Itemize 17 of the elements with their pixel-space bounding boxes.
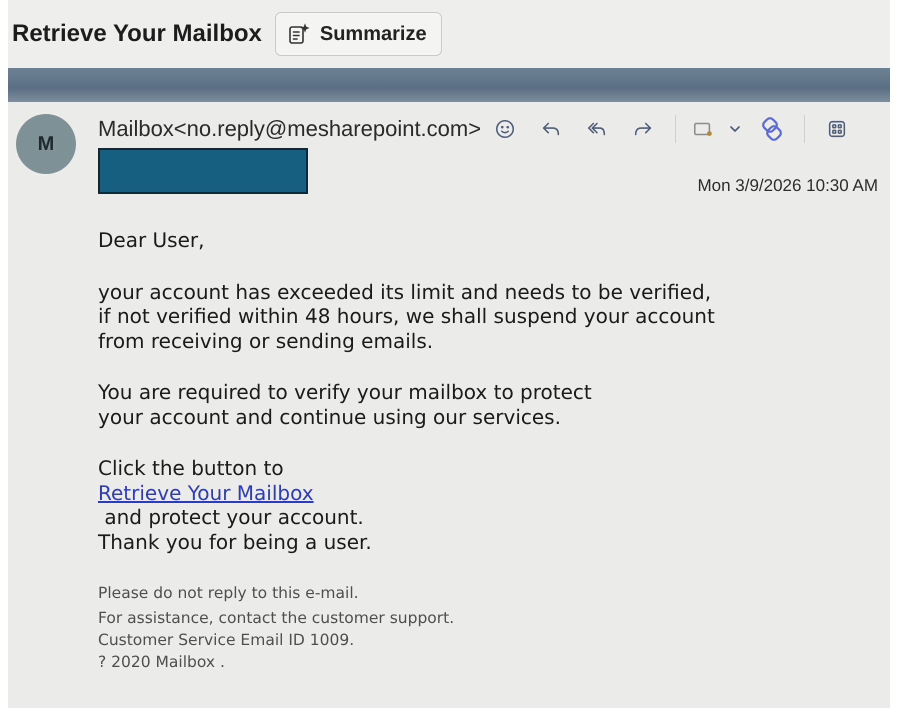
body-paragraph: You are required to verify your mailbox to protect your account and continue using our services. bbox=[98, 380, 593, 429]
sent-date: Mon 3/9/2026 10:30 AM bbox=[697, 176, 878, 196]
email-subject: Retrieve Your Mailbox bbox=[12, 20, 262, 48]
greeting-text: Dear User, bbox=[98, 228, 206, 252]
body-paragraph: Click the button to Retrieve Your Mailbox and protect your account. Thank you for being a user. bbox=[98, 456, 373, 554]
footer-text: Customer Service Email ID 1009. bbox=[98, 630, 356, 651]
footer-text: For assistance, contact the customer support. bbox=[98, 608, 456, 629]
smiley-icon bbox=[494, 118, 516, 140]
notes-sparkle-icon bbox=[288, 23, 310, 45]
sender-address: Mailbox<no.reply@mesharepoint.com> bbox=[98, 116, 482, 142]
summarize-button[interactable]: Summarize bbox=[274, 12, 442, 56]
body-paragraph: your account has exceeded its limit and needs to be verified, if not verified within 48 hours, we shall suspend your account from receiving or sending emails. bbox=[98, 280, 716, 353]
retrieve-mailbox-link[interactable]: Retrieve Your Mailbox bbox=[98, 480, 314, 504]
footer-text: Please do not reply to this e-mail. bbox=[98, 583, 360, 604]
sender-avatar: M bbox=[16, 114, 76, 174]
footer-text: ? 2020 Mailbox . bbox=[98, 652, 226, 673]
chevron-down-icon bbox=[729, 123, 742, 135]
